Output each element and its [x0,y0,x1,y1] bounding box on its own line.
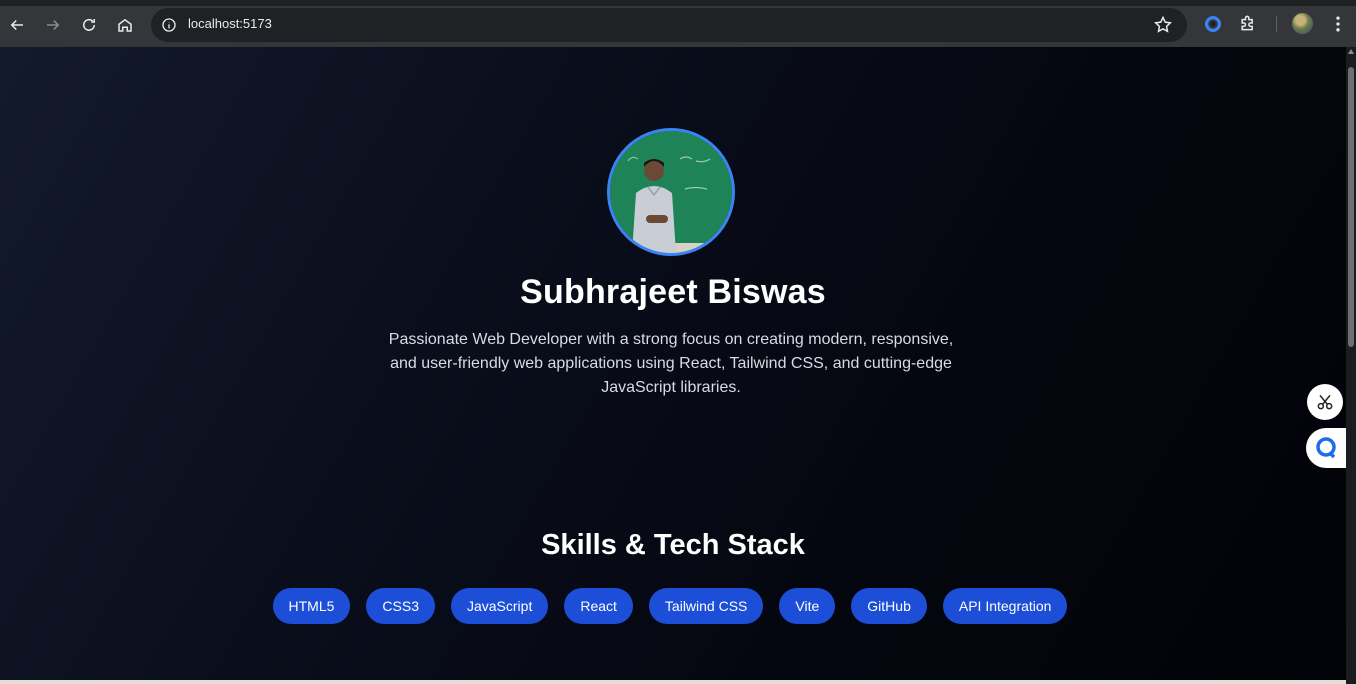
puzzle-icon[interactable] [1238,13,1260,35]
scissors-icon[interactable] [1307,384,1343,420]
url-text[interactable]: localhost:5173 [188,16,272,31]
profile-name: Subhrajeet Biswas [520,273,826,311]
skill-chip: JavaScript [450,588,549,624]
portfolio-page: Subhrajeet Biswas Passionate Web Develop… [0,47,1346,684]
reload-icon[interactable] [75,11,103,39]
skill-chip: API Integration [942,588,1068,624]
skill-chip: GitHub [851,588,927,624]
page-scrollbar[interactable] [1346,47,1356,684]
profile-avatar[interactable] [1292,13,1313,34]
kebab-menu-icon[interactable] [1328,14,1348,34]
bookmark-star-icon[interactable] [1153,15,1173,35]
browser-toolbar: localhost:5173 [0,0,1356,47]
toolbar-divider [1276,16,1277,32]
chat-bubble-icon[interactable] [1306,428,1346,468]
extension-ring-icon[interactable] [1202,13,1224,35]
profile-photo [607,128,735,256]
scroll-up-arrow[interactable] [1348,49,1354,54]
skill-chip: Vite [779,588,836,624]
bottom-edge [0,680,1346,684]
forward-icon[interactable] [39,11,67,39]
scroll-thumb[interactable] [1348,67,1354,347]
address-bar[interactable]: localhost:5173 [151,8,1187,42]
back-icon[interactable] [3,11,31,39]
site-info-icon[interactable] [160,16,178,34]
skill-chip: React [564,588,633,624]
skills-list: HTML5 CSS3 JavaScript React Tailwind CSS… [0,588,1340,624]
home-icon[interactable] [111,11,139,39]
profile-bio: Passionate Web Developer with a strong f… [388,331,954,396]
skill-chip: HTML5 [272,588,351,624]
skill-chip: Tailwind CSS [648,588,764,624]
skill-chip: CSS3 [366,588,435,624]
skills-heading: Skills & Tech Stack [541,529,805,561]
